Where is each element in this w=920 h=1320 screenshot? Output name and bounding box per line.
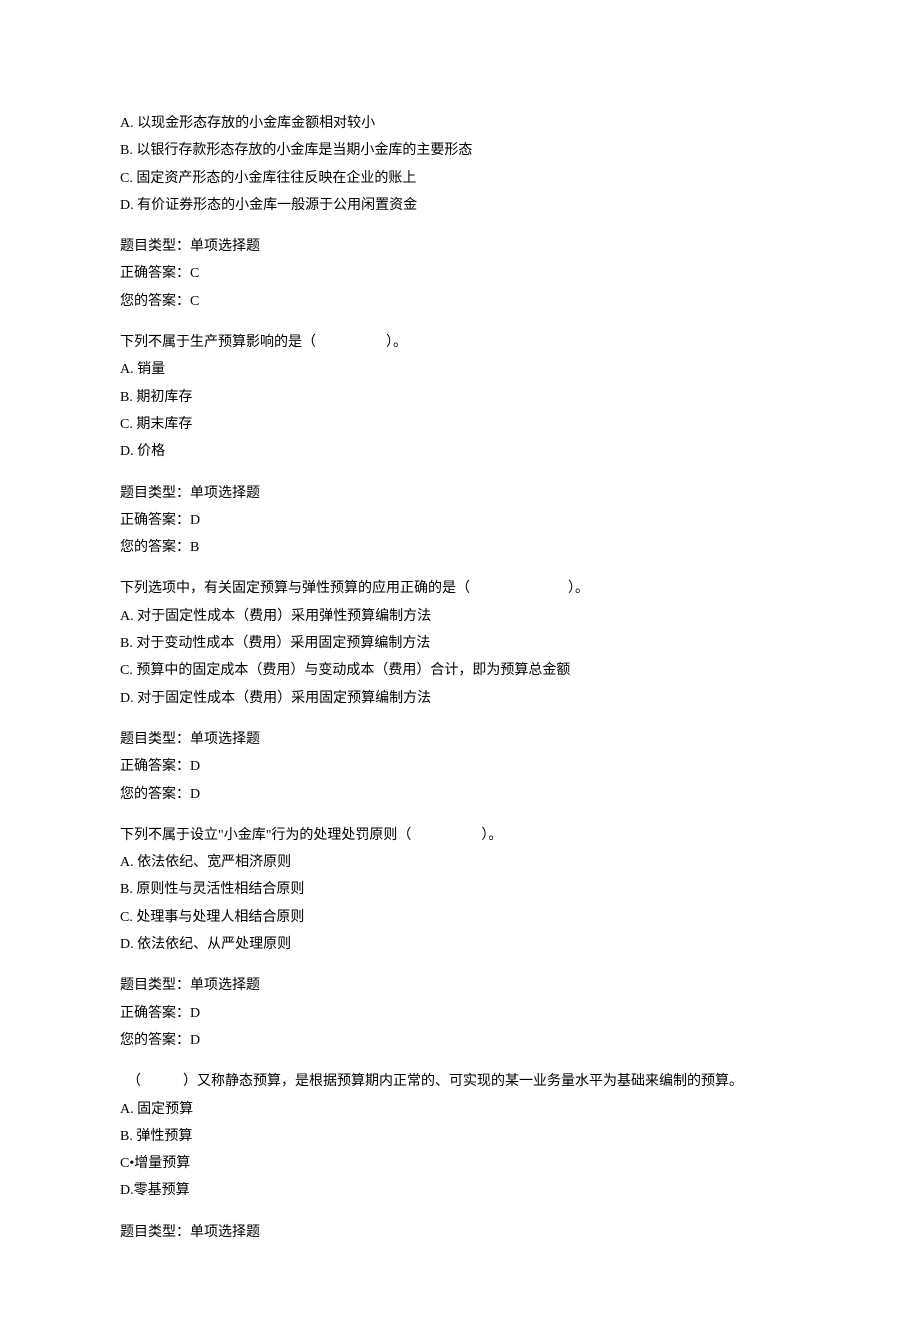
question-type-label: 题目类型：单项选择题 (120, 972, 800, 999)
question-type-label: 题目类型：单项选择题 (120, 726, 800, 753)
option-a: A. 销量 (120, 356, 800, 383)
option-d: D. 依法依纪、从严处理原则 (120, 931, 800, 958)
option-d: D. 对于固定性成本（费用）采用固定预算编制方法 (120, 685, 800, 712)
option-b: B. 对于变动性成本（费用）采用固定预算编制方法 (120, 630, 800, 657)
option-a: A. 固定预算 (120, 1096, 800, 1123)
option-b: B. 以银行存款形态存放的小金库是当期小金库的主要形态 (120, 137, 800, 164)
your-answer-label: 您的答案：D (120, 781, 800, 808)
option-d: D. 价格 (120, 438, 800, 465)
question-type-label: 题目类型：单项选择题 (120, 233, 800, 260)
option-c: C. 预算中的固定成本（费用）与变动成本（费用）合计，即为预算总金额 (120, 657, 800, 684)
question-stem: 下列不属于设立"小金库"行为的处理处罚原则（ ）。 (120, 822, 800, 849)
option-c: C. 处理事与处理人相结合原则 (120, 904, 800, 931)
question-fragment: A. 以现金形态存放的小金库金额相对较小 B. 以银行存款形态存放的小金库是当期… (120, 110, 800, 315)
option-c: C. 固定资产形态的小金库往往反映在企业的账上 (120, 165, 800, 192)
option-b: B. 原则性与灵活性相结合原则 (120, 876, 800, 903)
correct-answer-label: 正确答案：D (120, 507, 800, 534)
option-c: C. 期末库存 (120, 411, 800, 438)
option-d: D.零基预算 (120, 1177, 800, 1204)
your-answer-label: 您的答案：D (120, 1027, 800, 1054)
question-type-label: 题目类型：单项选择题 (120, 1219, 800, 1246)
correct-answer-label: 正确答案：D (120, 753, 800, 780)
option-b: B. 弹性预算 (120, 1123, 800, 1150)
question-type-label: 题目类型：单项选择题 (120, 480, 800, 507)
option-d: D. 有价证券形态的小金库一般源于公用闲置资金 (120, 192, 800, 219)
question-stem: 下列选项中，有关固定预算与弹性预算的应用正确的是（ ）。 (120, 575, 800, 602)
correct-answer-label: 正确答案：D (120, 1000, 800, 1027)
question-stem: （ ）又称静态预算，是根据预算期内正常的、可实现的某一业务量水平为基础来编制的预… (120, 1068, 800, 1095)
question-block: 下列选项中，有关固定预算与弹性预算的应用正确的是（ ）。 A. 对于固定性成本（… (120, 575, 800, 807)
correct-answer-label: 正确答案：C (120, 260, 800, 287)
option-a: A. 以现金形态存放的小金库金额相对较小 (120, 110, 800, 137)
option-c: C•增量预算 (120, 1150, 800, 1177)
question-block: 下列不属于设立"小金库"行为的处理处罚原则（ ）。 A. 依法依纪、宽严相济原则… (120, 822, 800, 1054)
option-a: A. 依法依纪、宽严相济原则 (120, 849, 800, 876)
question-block: 下列不属于生产预算影响的是（ ）。 A. 销量 B. 期初库存 C. 期末库存 … (120, 329, 800, 561)
option-b: B. 期初库存 (120, 384, 800, 411)
your-answer-label: 您的答案：C (120, 288, 800, 315)
question-block: （ ）又称静态预算，是根据预算期内正常的、可实现的某一业务量水平为基础来编制的预… (120, 1068, 800, 1246)
your-answer-label: 您的答案：B (120, 534, 800, 561)
question-stem: 下列不属于生产预算影响的是（ ）。 (120, 329, 800, 356)
option-a: A. 对于固定性成本（费用）采用弹性预算编制方法 (120, 603, 800, 630)
